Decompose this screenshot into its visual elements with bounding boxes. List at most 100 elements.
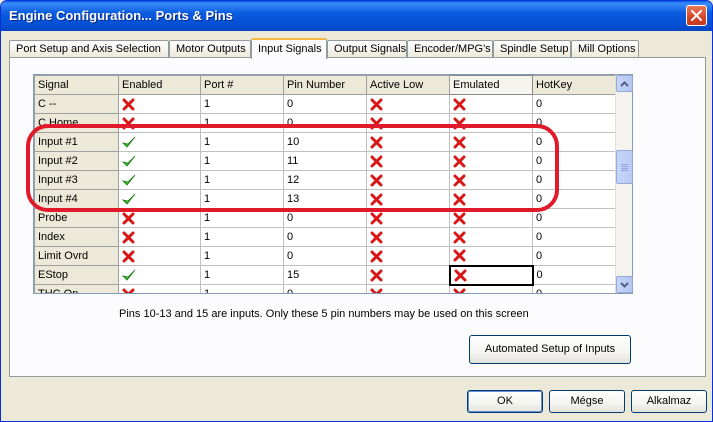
port-cell[interactable]: 1 bbox=[200, 151, 284, 171]
pin-number-cell[interactable]: 0 bbox=[283, 94, 367, 114]
emulated-cell[interactable] bbox=[449, 151, 533, 171]
tab-port-setup[interactable]: Port Setup and Axis Selection bbox=[9, 40, 169, 58]
scroll-up-button[interactable] bbox=[616, 75, 633, 92]
enabled-cell[interactable] bbox=[118, 170, 201, 190]
table-row[interactable]: EStop 1 15 0 bbox=[34, 264, 617, 286]
table-row[interactable]: Input #2 1 11 0 bbox=[34, 151, 617, 171]
table-row[interactable]: Input #1 1 10 0 bbox=[34, 132, 617, 152]
scroll-thumb[interactable] bbox=[616, 150, 633, 184]
tab-encoder-mpg[interactable]: Encoder/MPG's bbox=[407, 40, 493, 58]
hotkey-cell[interactable]: 0 bbox=[532, 94, 617, 114]
port-cell[interactable]: 1 bbox=[200, 189, 284, 209]
col-header-enabled[interactable]: Enabled bbox=[118, 75, 201, 95]
emulated-cell[interactable] bbox=[449, 208, 533, 228]
cancel-button[interactable]: Mégse bbox=[549, 390, 625, 413]
active-low-cell[interactable] bbox=[366, 113, 450, 133]
pin-number-cell[interactable]: 0 bbox=[283, 246, 367, 266]
col-header-signal[interactable]: Signal bbox=[34, 75, 119, 95]
grid-vertical-scrollbar[interactable] bbox=[615, 75, 633, 293]
pin-number-cell[interactable]: 11 bbox=[283, 151, 367, 171]
signal-name-cell[interactable]: Index bbox=[34, 227, 119, 247]
signal-name-cell[interactable]: Probe bbox=[34, 208, 119, 228]
hotkey-cell[interactable]: 0 bbox=[532, 132, 617, 152]
port-cell[interactable]: 1 bbox=[200, 265, 284, 285]
tab-motor-outputs[interactable]: Motor Outputs bbox=[169, 40, 251, 58]
signal-name-cell[interactable]: EStop bbox=[34, 265, 119, 285]
active-low-cell[interactable] bbox=[366, 170, 450, 190]
automated-setup-button[interactable]: Automated Setup of Inputs bbox=[469, 335, 631, 364]
tab-output-signals[interactable]: Output Signals bbox=[327, 40, 407, 58]
hotkey-cell[interactable]: 0 bbox=[532, 151, 617, 171]
signal-name-cell[interactable]: Limit Ovrd bbox=[34, 246, 119, 266]
emulated-cell[interactable] bbox=[449, 284, 533, 293]
active-low-cell[interactable] bbox=[366, 189, 450, 209]
emulated-cell[interactable] bbox=[449, 170, 533, 190]
enabled-cell[interactable] bbox=[118, 265, 201, 285]
port-cell[interactable]: 1 bbox=[200, 132, 284, 152]
table-row[interactable]: C Home 1 0 0 bbox=[34, 113, 617, 133]
pin-number-cell[interactable]: 10 bbox=[283, 132, 367, 152]
table-row[interactable]: THC On 1 0 0 bbox=[34, 284, 617, 293]
col-header-active-low[interactable]: Active Low bbox=[366, 75, 450, 95]
apply-button[interactable]: Alkalmaz bbox=[631, 390, 707, 413]
enabled-cell[interactable] bbox=[118, 227, 201, 247]
col-header-pin[interactable]: Pin Number bbox=[283, 75, 367, 95]
signal-name-cell[interactable]: Input #1 bbox=[34, 132, 119, 152]
pin-number-cell[interactable]: 0 bbox=[283, 113, 367, 133]
active-low-cell[interactable] bbox=[366, 246, 450, 266]
enabled-cell[interactable] bbox=[118, 246, 201, 266]
active-low-cell[interactable] bbox=[366, 94, 450, 114]
enabled-cell[interactable] bbox=[118, 284, 201, 293]
port-cell[interactable]: 1 bbox=[200, 246, 284, 266]
active-low-cell[interactable] bbox=[366, 265, 450, 285]
emulated-cell[interactable] bbox=[449, 189, 533, 209]
emulated-cell[interactable] bbox=[449, 132, 533, 152]
hotkey-cell[interactable]: 0 bbox=[532, 246, 617, 266]
enabled-cell[interactable] bbox=[118, 132, 201, 152]
active-low-cell[interactable] bbox=[366, 208, 450, 228]
port-cell[interactable]: 1 bbox=[200, 113, 284, 133]
pin-number-cell[interactable]: 0 bbox=[283, 208, 367, 228]
active-low-cell[interactable] bbox=[366, 227, 450, 247]
signal-name-cell[interactable]: Input #3 bbox=[34, 170, 119, 190]
ok-button[interactable]: OK bbox=[467, 390, 543, 413]
emulated-cell[interactable] bbox=[449, 94, 533, 114]
pin-number-cell[interactable]: 13 bbox=[283, 189, 367, 209]
table-row[interactable]: C -- 1 0 0 bbox=[34, 94, 617, 114]
pin-number-cell[interactable]: 15 bbox=[283, 265, 367, 285]
signal-name-cell[interactable]: C Home bbox=[34, 113, 119, 133]
title-bar[interactable]: Engine Configuration... Ports & Pins bbox=[1, 1, 712, 31]
tab-input-signals[interactable]: Input Signals bbox=[251, 38, 327, 59]
signal-name-cell[interactable]: THC On bbox=[34, 284, 119, 293]
col-header-emulated[interactable]: Emulated bbox=[449, 75, 533, 95]
emulated-cell[interactable] bbox=[449, 246, 533, 266]
hotkey-cell[interactable]: 0 bbox=[532, 227, 617, 247]
port-cell[interactable]: 1 bbox=[200, 227, 284, 247]
port-cell[interactable]: 1 bbox=[200, 94, 284, 114]
port-cell[interactable]: 1 bbox=[200, 170, 284, 190]
active-low-cell[interactable] bbox=[366, 284, 450, 293]
scroll-down-button[interactable] bbox=[616, 276, 633, 293]
port-cell[interactable]: 1 bbox=[200, 208, 284, 228]
active-low-cell[interactable] bbox=[366, 132, 450, 152]
hotkey-cell[interactable]: 0 bbox=[532, 208, 617, 228]
pin-number-cell[interactable]: 12 bbox=[283, 170, 367, 190]
pin-number-cell[interactable]: 0 bbox=[283, 227, 367, 247]
enabled-cell[interactable] bbox=[118, 189, 201, 209]
table-row[interactable]: Index 1 0 0 bbox=[34, 227, 617, 247]
emulated-cell[interactable] bbox=[449, 227, 533, 247]
emulated-cell[interactable] bbox=[449, 113, 533, 133]
col-header-port[interactable]: Port # bbox=[200, 75, 284, 95]
enabled-cell[interactable] bbox=[118, 208, 201, 228]
hotkey-cell[interactable]: 0 bbox=[532, 170, 617, 190]
table-row[interactable]: Limit Ovrd 1 0 0 bbox=[34, 246, 617, 266]
pin-number-cell[interactable]: 0 bbox=[283, 284, 367, 293]
enabled-cell[interactable] bbox=[118, 113, 201, 133]
tab-mill-options[interactable]: Mill Options bbox=[571, 40, 639, 58]
hotkey-cell[interactable]: 0 bbox=[532, 189, 617, 209]
signal-name-cell[interactable]: C -- bbox=[34, 94, 119, 114]
signal-name-cell[interactable]: Input #4 bbox=[34, 189, 119, 209]
signal-name-cell[interactable]: Input #2 bbox=[34, 151, 119, 171]
col-header-hotkey[interactable]: HotKey bbox=[532, 75, 617, 95]
enabled-cell[interactable] bbox=[118, 151, 201, 171]
